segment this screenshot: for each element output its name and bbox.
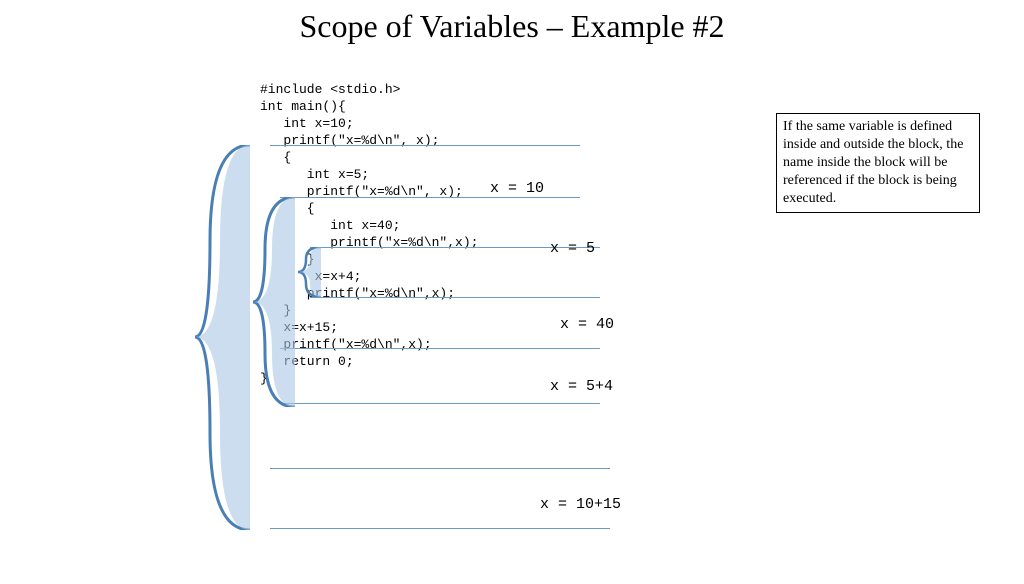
- brace-inner: [296, 247, 326, 297]
- brace-mid: [250, 197, 300, 407]
- hline: [280, 348, 600, 349]
- hline: [280, 403, 600, 404]
- hline: [280, 197, 580, 198]
- hline: [270, 468, 610, 469]
- output-3: x = 40: [560, 316, 614, 333]
- info-box: If the same variable is defined inside a…: [776, 113, 980, 213]
- output-2: x = 5: [550, 240, 595, 257]
- page-title: Scope of Variables – Example #2: [0, 8, 1024, 45]
- output-1: x = 10: [490, 180, 544, 197]
- output-4: x = 5+4: [550, 378, 613, 395]
- hline: [270, 145, 580, 146]
- hline: [270, 528, 610, 529]
- hline: [310, 297, 600, 298]
- output-5: x = 10+15: [540, 496, 621, 513]
